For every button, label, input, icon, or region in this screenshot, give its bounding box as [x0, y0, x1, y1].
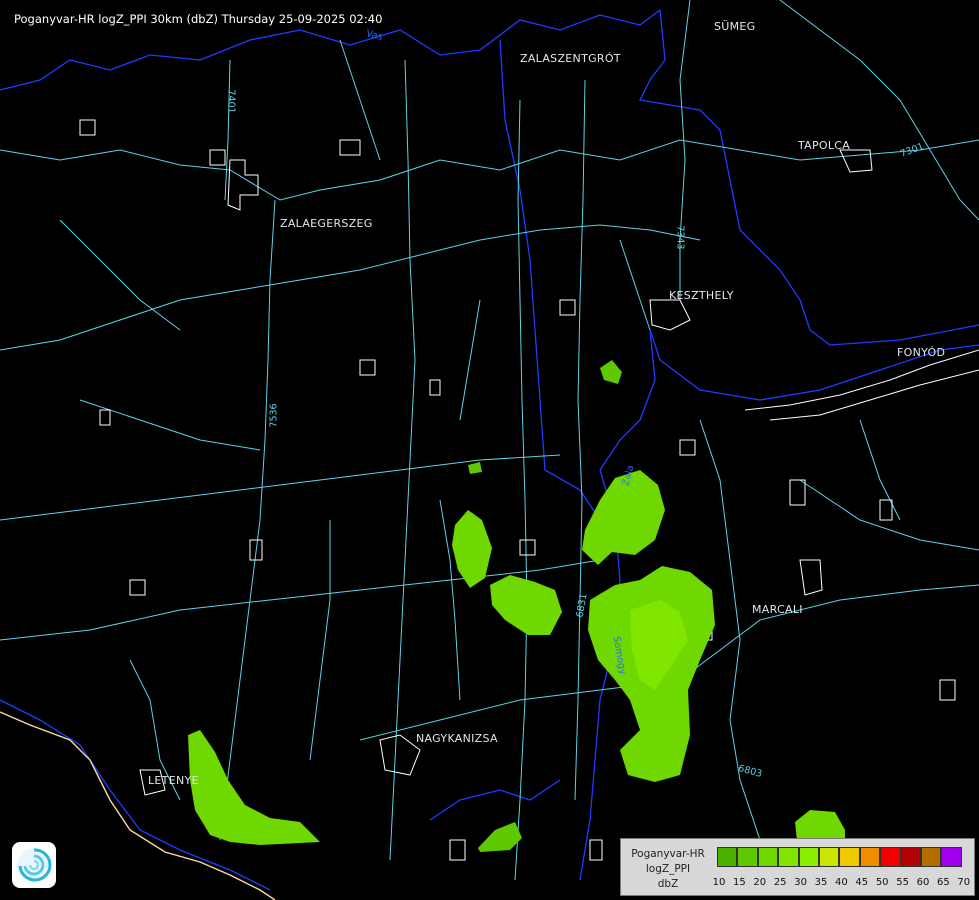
city-label-tapolca: TAPOLCA [798, 139, 851, 152]
legend-tick: 45 [855, 877, 869, 888]
legend-swatch [798, 847, 819, 867]
city-label-fonyod: FONYÓD [897, 346, 946, 359]
city-label-keszthely: KESZTHELY [669, 289, 734, 302]
roads-layer [0, 0, 979, 881]
legend-swatch [839, 847, 860, 867]
legend-swatch [900, 847, 921, 867]
legend-tick: 65 [937, 877, 950, 888]
legend-swatch [778, 847, 799, 867]
legend-tick: 35 [814, 877, 828, 888]
echo-cell-north [600, 360, 622, 384]
legend-tick: 40 [835, 877, 848, 888]
city-label-nagykanizsa: NAGYKANIZSA [416, 732, 498, 745]
legend-swatch [757, 847, 779, 867]
legend-tick: 15 [733, 877, 746, 888]
legend-tick: 10 [712, 877, 726, 888]
legend-swatch [920, 847, 942, 867]
legend-tick: 25 [773, 877, 787, 888]
road-label-7536: 7536 [268, 403, 280, 428]
city-label-marcali: MARCALI [752, 603, 803, 616]
radar-echoes [188, 360, 845, 852]
city-label-zalaszentgrot: ZALASZENTGRÓT [520, 52, 621, 65]
city-label-letenye: LETENYE [148, 774, 199, 787]
legend-tick: 60 [916, 877, 930, 888]
legend-tick: 70 [957, 877, 971, 888]
legend-title-line3: dbZ [657, 878, 679, 890]
road-label-7343: 7343 [674, 225, 686, 250]
echo-cell-south-west [188, 730, 320, 845]
legend-swatch [717, 847, 738, 867]
omsz-logo-icon [12, 842, 56, 888]
legend-title-line2: logZ_PPI [645, 863, 691, 875]
road-label-7401: 7401 [225, 89, 237, 114]
radar-map [0, 0, 979, 900]
legend-swatch [737, 847, 758, 867]
city-label-sumeg: SÜMEG [714, 20, 756, 33]
legend-tick: 50 [875, 877, 889, 888]
map-title: Poganyvar-HR logZ_PPI 30km (dbZ) Thursda… [14, 12, 383, 26]
legend-title-line1: Poganyvar-HR [631, 848, 705, 860]
city-label-zalaegerszeg: ZALAEGERSZEG [280, 217, 373, 230]
lake-shore-layer [744, 349, 979, 421]
dbz-legend: Poganyvar-HR logZ_PPI dbZ 10 15 20 25 30 35 40… [620, 838, 975, 896]
echo-cell-mid [490, 575, 562, 635]
legend-swatch [941, 847, 962, 867]
legend-swatches [717, 847, 962, 867]
legend-swatch [818, 847, 840, 867]
echo-cell-south [478, 822, 522, 852]
legend-swatch [859, 847, 881, 867]
legend-tick: 55 [896, 877, 909, 888]
radar-map-view: Poganyvar-HR logZ_PPI 30km (dbZ) Thursda… [0, 0, 979, 900]
legend-tick: 30 [794, 877, 807, 888]
echo-cell-small [468, 462, 482, 474]
legend-tick: 20 [753, 877, 767, 888]
legend-swatch [880, 847, 901, 867]
